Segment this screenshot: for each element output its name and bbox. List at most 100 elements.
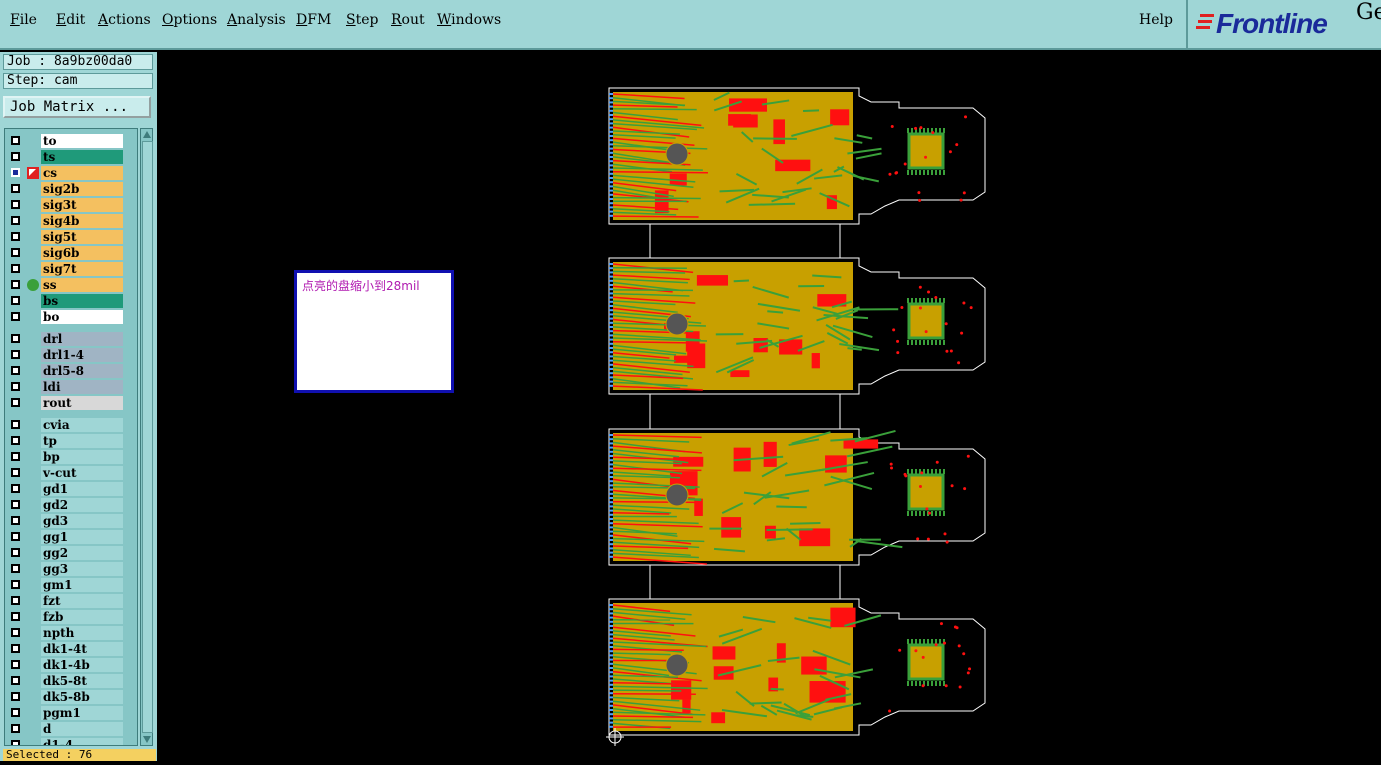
layer-name: bo [41,310,123,324]
menu-dfm[interactable]: DFM [296,12,331,28]
layer-row-dk1-4b[interactable]: dk1-4b [5,657,137,673]
layer-checkbox[interactable] [11,264,20,273]
layer-checkbox[interactable] [11,500,20,509]
layer-checkbox[interactable] [11,644,20,653]
job-matrix-button[interactable]: Job Matrix ... [3,96,151,118]
layer-row-to[interactable]: to [5,133,137,149]
menu-step[interactable]: Step [346,12,378,28]
layer-checkbox[interactable] [11,436,20,445]
layer-row-sig6b[interactable]: sig6b [5,245,137,261]
menu-analysis[interactable]: Analysis [227,12,286,28]
pcb-panel-view[interactable] [157,52,1381,761]
graphic-canvas[interactable] [157,52,1381,761]
layer-checkbox[interactable] [11,184,20,193]
layer-checkbox[interactable] [11,350,20,359]
layer-checkbox[interactable] [11,468,20,477]
layer-checkbox[interactable] [11,452,20,461]
layer-checkbox[interactable] [11,334,20,343]
layer-checkbox[interactable] [11,708,20,717]
layer-row-gd2[interactable]: gd2 [5,497,137,513]
layer-row-sig4b[interactable]: sig4b [5,213,137,229]
layer-row-ts[interactable]: ts [5,149,137,165]
layer-row-drl[interactable]: drl [5,331,137,347]
layer-row-ldi[interactable]: ldi [5,379,137,395]
scroll-thumb[interactable] [142,141,153,733]
layer-checkbox[interactable] [11,296,20,305]
menu-actions[interactable]: Actions [98,12,151,28]
layer-row-drl1-4[interactable]: drl1-4 [5,347,137,363]
layer-row-gg1[interactable]: gg1 [5,529,137,545]
scroll-down-icon[interactable] [142,735,152,744]
layer-checkbox[interactable] [11,420,20,429]
layer-checkbox[interactable] [11,660,20,669]
layer-row-sig5t[interactable]: sig5t [5,229,137,245]
layer-row-rout[interactable]: rout [5,395,137,411]
layer-checkbox[interactable] [11,676,20,685]
layer-row-pgm1[interactable]: pgm1 [5,705,137,721]
layer-row-d[interactable]: d [5,721,137,737]
layer-checkbox[interactable] [11,740,20,746]
layer-checkbox[interactable] [11,580,20,589]
pcb-board-2 [609,258,985,394]
layer-row-cs[interactable]: cs [5,165,137,181]
layer-checkbox[interactable] [11,724,20,733]
layer-checkbox[interactable] [11,516,20,525]
layer-row-gg3[interactable]: gg3 [5,561,137,577]
layer-checkbox[interactable] [11,152,20,161]
layer-checkbox[interactable] [11,232,20,241]
layer-checkbox[interactable] [11,366,20,375]
layer-row-dk5-8t[interactable]: dk5-8t [5,673,137,689]
layer-row-sig2b[interactable]: sig2b [5,181,137,197]
layer-row-npth[interactable]: npth [5,625,137,641]
layer-row-drl5-8[interactable]: drl5-8 [5,363,137,379]
layer-row-gd1[interactable]: gd1 [5,481,137,497]
menu-edit[interactable]: Edit [56,12,85,28]
layer-row-bs[interactable]: bs [5,293,137,309]
layer-row-ss[interactable]: ss [5,277,137,293]
layer-checkbox[interactable] [11,692,20,701]
logo-partial: Ge [1356,0,1381,25]
layer-row-cvia[interactable]: cvia [5,417,137,433]
layer-row-dk5-8b[interactable]: dk5-8b [5,689,137,705]
layer-checkbox[interactable] [11,382,20,391]
layer-scrollbar[interactable] [140,128,153,746]
layer-row-fzt[interactable]: fzt [5,593,137,609]
layer-name: gg1 [41,530,123,544]
layer-checkbox[interactable] [11,548,20,557]
layer-row-gm1[interactable]: gm1 [5,577,137,593]
layer-row-sig3t[interactable]: sig3t [5,197,137,213]
layer-checkbox[interactable] [11,216,20,225]
layer-row-v-cut[interactable]: v-cut [5,465,137,481]
layer-checkbox[interactable] [11,612,20,621]
layer-row-d1-4[interactable]: d1-4 [5,737,137,746]
layer-name: fzt [41,594,123,608]
layer-checkbox[interactable] [11,200,20,209]
layer-checkbox[interactable] [11,248,20,257]
layer-checkbox[interactable] [11,564,20,573]
layer-row-dk1-4t[interactable]: dk1-4t [5,641,137,657]
layer-checkbox[interactable] [11,628,20,637]
layer-row-sig7t[interactable]: sig7t [5,261,137,277]
layer-checkbox[interactable] [11,312,20,321]
layer-checkbox[interactable] [11,168,20,177]
layer-checkbox[interactable] [11,136,20,145]
menu-file[interactable]: File [10,12,37,28]
layer-row-bp[interactable]: bp [5,449,137,465]
layer-row-tp[interactable]: tp [5,433,137,449]
layer-checkbox[interactable] [11,532,20,541]
layer-row-bo[interactable]: bo [5,309,137,325]
layer-row-fzb[interactable]: fzb [5,609,137,625]
layer-row-gd3[interactable]: gd3 [5,513,137,529]
layer-checkbox[interactable] [11,280,20,289]
layer-row-gg2[interactable]: gg2 [5,545,137,561]
layer-checkbox[interactable] [11,484,20,493]
layer-checkbox[interactable] [11,596,20,605]
scroll-up-icon[interactable] [142,130,152,139]
help-menu[interactable]: Help [1139,12,1173,28]
menu-windows[interactable]: Windows [437,12,501,28]
layer-list: totscssig2bsig3tsig4bsig5tsig6bsig7tssbs… [4,128,138,746]
job-label: Job : 8a9bz00da0 [3,54,153,70]
menu-options[interactable]: Options [162,12,217,28]
menu-rout[interactable]: Rout [391,12,425,28]
layer-checkbox[interactable] [11,398,20,407]
